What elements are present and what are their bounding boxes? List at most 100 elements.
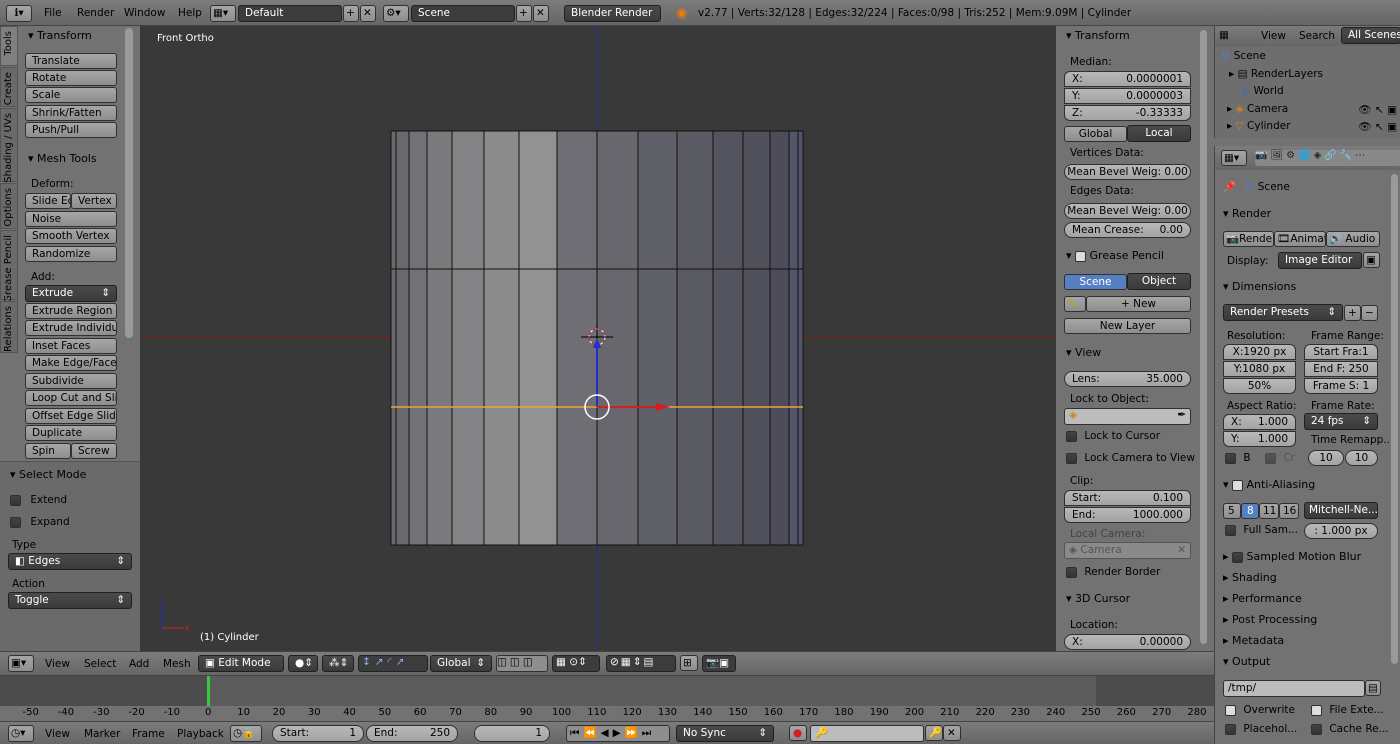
info-editor-menu[interactable]: ℹ▾ (6, 5, 32, 22)
display-select[interactable]: Image Editor⇕ (1278, 252, 1362, 269)
edge-bevel-weight-field[interactable]: Mean Bevel Weig: 0.00 (1064, 203, 1191, 219)
mesh-tools-panel-header[interactable]: ▾ Mesh Tools (28, 152, 97, 165)
snap-icon[interactable]: ⊞ (680, 655, 698, 671)
preview-range-icon[interactable]: ◷🔒 (230, 725, 262, 742)
randomize-button[interactable]: Randomize (25, 246, 117, 262)
clip-end-field[interactable]: End: 1000.000 (1064, 507, 1191, 523)
outliner-row-renderlayers[interactable]: ▸ ▤ RenderLayers (1229, 68, 1323, 80)
select-mode-header[interactable]: ▾ Select Mode (10, 468, 86, 481)
layer-buttons[interactable]: ◫◫◫ (496, 655, 548, 672)
smooth-vertex-button[interactable]: Smooth Vertex (25, 228, 117, 244)
full-sample-checkbox[interactable]: Full Sam... (1225, 524, 1298, 536)
playback-controls[interactable]: ⏮⏪◀▶⏩⏭ (566, 725, 670, 742)
slide-edge-button[interactable]: Slide Ed (25, 193, 71, 209)
metadata-header[interactable]: ▸ Metadata (1223, 634, 1284, 647)
3d-cursor-header[interactable]: ▾ 3D Cursor (1066, 592, 1130, 605)
clip-start-field[interactable]: Start: 0.100 (1064, 490, 1191, 506)
end-frame-timeline-field[interactable]: End: 250 (366, 725, 458, 742)
view3d-editor-icon[interactable]: ▣▾ (8, 655, 34, 672)
remap-new-field[interactable]: 10 (1345, 450, 1378, 466)
median-x-field[interactable]: X: 0.0000001 (1064, 71, 1191, 87)
remove-scene-button[interactable]: ✕ (533, 5, 549, 22)
tab-tools[interactable]: Tools (0, 26, 18, 66)
n-transform-header[interactable]: ▾ Transform (1066, 29, 1130, 42)
menu-window[interactable]: Window (124, 7, 165, 19)
remap-old-field[interactable]: 10 (1308, 450, 1344, 466)
render-presets-select[interactable]: Render Presets ⇕ (1223, 304, 1343, 321)
outliner-search-menu[interactable]: Search (1299, 30, 1335, 42)
timeline-menu-playback[interactable]: Playback (177, 728, 224, 740)
frame-rate-select[interactable]: 24 fps ⇕ (1304, 413, 1378, 430)
tab-grease-pencil[interactable]: Grease Pencil (0, 230, 18, 303)
audio-button[interactable]: 🔊 Audio (1326, 231, 1380, 247)
keying-set-field[interactable]: 🔑 (810, 725, 924, 742)
output-header[interactable]: ▾ Output (1223, 655, 1270, 668)
tab-create[interactable]: Create (0, 67, 18, 107)
shading-header[interactable]: ▸ Shading (1223, 571, 1277, 584)
context-tabs[interactable]: 📷🖼⚙🌐◈🔗🔧⋯ (1255, 150, 1400, 166)
placeholders-checkbox[interactable]: Placehol... (1225, 723, 1297, 735)
orientation-select[interactable]: Global ⇕ (430, 655, 492, 672)
push-pull-button[interactable]: Push/Pull (25, 122, 117, 138)
outliner-view-menu[interactable]: View (1261, 30, 1286, 42)
border-checkbox[interactable]: B (1225, 452, 1251, 464)
gp-object-toggle[interactable]: Object (1127, 273, 1191, 290)
layout-selector-icon[interactable]: ▦▾ (210, 5, 236, 22)
tab-relations[interactable]: Relations (0, 301, 18, 353)
outliner-editor-icon[interactable]: ▦ (1219, 29, 1229, 41)
render-button[interactable]: 📷Render (1223, 231, 1274, 247)
lens-field[interactable]: Lens: 35.000 (1064, 371, 1191, 387)
outliner-row-cylinder[interactable]: ▸ ▽ Cylinder 👁 ↖ ▣ (1227, 120, 1397, 133)
menu-render[interactable]: Render (77, 7, 114, 19)
aa-filter-select[interactable]: Mitchell-Ne... (1304, 502, 1378, 519)
sync-select[interactable]: No Sync ⇕ (676, 725, 774, 742)
gp-new-button[interactable]: + New (1086, 296, 1191, 312)
anti-aliasing-header[interactable]: ▾ Anti-Aliasing (1223, 478, 1315, 491)
grease-pencil-header[interactable]: ▾ Grease Pencil (1066, 249, 1164, 262)
tab-shading-uvs[interactable]: Shading / UVs (0, 108, 18, 183)
timeline[interactable]: -50 -40 -30 -20 -10 0 10 20 30 40 50 60 70 80 90 100 110… (0, 675, 1214, 722)
current-frame-field[interactable]: 1 (474, 725, 550, 742)
render-panel-header[interactable]: ▾ Render (1223, 207, 1271, 220)
translate-button[interactable]: Translate (25, 53, 117, 69)
rotate-button[interactable]: Rotate (25, 70, 117, 86)
inset-faces-button[interactable]: Inset Faces (25, 338, 117, 354)
view3d-menu-mesh[interactable]: Mesh (163, 658, 191, 670)
lock-camera-checkbox[interactable]: Lock Camera to View (1066, 452, 1195, 464)
playhead[interactable] (207, 676, 210, 706)
tool-shelf-scrollbar[interactable] (125, 28, 133, 338)
extrude-menu[interactable]: Extrude ⇕ (25, 285, 117, 302)
expand-checkbox[interactable]: Expand (10, 516, 70, 528)
cache-result-checkbox[interactable]: Cache Re... (1311, 723, 1389, 735)
motion-blur-header[interactable]: ▸ Sampled Motion Blur (1223, 550, 1361, 563)
menu-help[interactable]: Help (178, 7, 202, 19)
crop-checkbox[interactable]: Cr (1265, 452, 1295, 464)
aspect-y-field[interactable]: Y: 1.000 (1223, 431, 1296, 447)
add-layout-button[interactable]: + (343, 5, 359, 22)
aa-samples-5[interactable]: 5 (1223, 503, 1241, 519)
viewport-3d[interactable]: Front Ortho z x (1) Cylinder (140, 26, 1056, 651)
aspect-x-field[interactable]: X: 1.000 (1223, 414, 1296, 430)
view3d-menu-select[interactable]: Select (84, 658, 116, 670)
overwrite-checkbox[interactable]: Overwrite (1225, 704, 1295, 716)
pivot-select[interactable]: ⁂⇕ (322, 655, 354, 672)
lock-to-cursor-checkbox[interactable]: Lock to Cursor (1066, 430, 1160, 442)
action-select[interactable]: Toggle ⇕ (8, 592, 132, 609)
scene-selector-icon[interactable]: ⚙▾ (383, 5, 409, 22)
subdivide-button[interactable]: Subdivide (25, 373, 117, 389)
mode-select[interactable]: ▣ Edit Mode⇕ (198, 655, 284, 672)
manipulator-toggles[interactable]: ↕↗◜↗ (358, 655, 428, 672)
extrude-region-button[interactable]: Extrude Region (25, 303, 117, 319)
pin-icon[interactable]: 📌 (1223, 180, 1236, 193)
scene-field[interactable]: Scene (411, 5, 515, 22)
post-processing-header[interactable]: ▸ Post Processing (1223, 613, 1317, 626)
resolution-x-field[interactable]: X:1920 px (1223, 344, 1296, 360)
scale-button[interactable]: Scale (25, 87, 117, 103)
properties-scrollbar[interactable] (1391, 174, 1398, 664)
slide-vertex-button[interactable]: Vertex (71, 193, 117, 209)
offset-edge-slide-button[interactable]: Offset Edge Slide (25, 408, 117, 424)
frame-step-field[interactable]: Frame S: 1 (1304, 378, 1378, 394)
remove-layout-button[interactable]: ✕ (360, 5, 376, 22)
performance-header[interactable]: ▸ Performance (1223, 592, 1302, 605)
median-y-field[interactable]: Y: 0.0000003 (1064, 88, 1191, 104)
